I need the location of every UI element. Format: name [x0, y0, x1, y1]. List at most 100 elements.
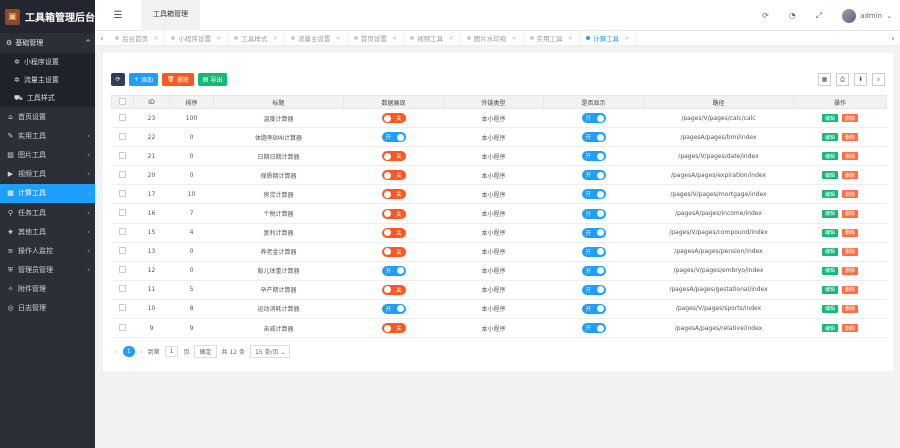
- delete-row-button[interactable]: 删除: [842, 266, 859, 275]
- show-toggle[interactable]: 开: [581, 189, 606, 200]
- delete-row-button[interactable]: 删除: [842, 190, 859, 199]
- sidebar-subitem-0[interactable]: ✲ 小程序设置: [0, 53, 95, 71]
- tab-1[interactable]: 小程序设置 ×: [165, 30, 229, 46]
- sidebar-item-9[interactable]: ✧ 附件管理: [0, 280, 95, 299]
- show-toggle[interactable]: 开: [581, 208, 606, 219]
- show-toggle[interactable]: 开: [581, 170, 606, 181]
- table-row[interactable]: 21 0 日期日期计算器 关 本小程序 开/pages/V/pages/date/inde…: [111, 146, 887, 167]
- col-sort[interactable]: 排序: [169, 95, 214, 109]
- close-icon[interactable]: ×: [511, 34, 516, 42]
- delete-row-button[interactable]: 删除: [842, 285, 859, 294]
- table-row[interactable]: 23 100 温度计算器 关 本小程序 开/pages/V/pages/calc/calc…: [111, 108, 887, 129]
- tab-scroll-left-icon[interactable]: ‹: [95, 34, 109, 43]
- row-checkbox[interactable]: [111, 223, 134, 243]
- data-toggle[interactable]: 关: [381, 151, 406, 162]
- table-row[interactable]: 11 5 孕产期计算器 关 本小程序 开/pagesA/pages/gestational…: [111, 280, 887, 300]
- row-checkbox[interactable]: [111, 165, 134, 186]
- prev-page-icon[interactable]: ‹: [115, 348, 118, 356]
- row-checkbox[interactable]: [111, 318, 134, 339]
- data-toggle[interactable]: 关: [381, 189, 406, 200]
- table-row[interactable]: 13 0 养老金计算器 关 本小程序 开/pagesA/pages/pension/ind…: [111, 242, 887, 262]
- row-checkbox[interactable]: [111, 127, 134, 148]
- row-checkbox[interactable]: [111, 242, 134, 262]
- show-toggle[interactable]: 开: [581, 151, 606, 162]
- tab-7[interactable]: 实用工具 ×: [524, 30, 581, 46]
- edit-button[interactable]: 编辑: [821, 114, 838, 123]
- tab-8[interactable]: 计算工具 ×: [580, 30, 637, 46]
- close-icon[interactable]: ×: [624, 34, 629, 42]
- col-link[interactable]: 外链类型: [443, 95, 544, 109]
- col-data[interactable]: 数据展现: [343, 95, 444, 109]
- columns-icon[interactable]: ▦: [818, 73, 831, 86]
- tab-3[interactable]: 流量主设置 ×: [285, 30, 348, 46]
- col-show[interactable]: 是否显示: [543, 95, 644, 109]
- show-toggle[interactable]: 开: [581, 303, 606, 314]
- sidebar-group-basic[interactable]: ⚙ 基础管理 ^: [0, 33, 95, 53]
- edit-button[interactable]: 编辑: [821, 209, 838, 218]
- delete-row-button[interactable]: 删除: [842, 114, 859, 123]
- export-button[interactable]: ▤ 导出: [197, 73, 228, 86]
- table-row[interactable]: 22 0 体脂率BMI计算器 开 本小程序 开/pagesA/pages/bmi/inde…: [111, 127, 887, 148]
- table-row[interactable]: 10 8 运动消耗计算器 开 本小程序 开/pages/V/pages/sports/in…: [111, 299, 887, 320]
- delete-row-button[interactable]: 删除: [842, 152, 859, 161]
- close-icon[interactable]: ×: [568, 34, 573, 42]
- delete-row-button[interactable]: 删除: [842, 324, 859, 333]
- data-toggle[interactable]: 关: [381, 208, 406, 219]
- sidebar-subitem-2[interactable]: ⛟ 工具样式: [0, 89, 95, 107]
- bell-icon[interactable]: ◔: [789, 11, 796, 20]
- edit-button[interactable]: 编辑: [821, 171, 838, 180]
- show-toggle[interactable]: 开: [581, 323, 606, 334]
- show-toggle[interactable]: 开: [581, 132, 606, 143]
- edit-button[interactable]: 编辑: [821, 228, 838, 237]
- table-row[interactable]: 20 0 保质期计算器 关 本小程序 开/pagesA/pages/expiration/…: [111, 165, 887, 186]
- data-toggle[interactable]: 开: [381, 265, 406, 276]
- refresh-button[interactable]: ⟳: [111, 73, 125, 86]
- data-toggle[interactable]: 关: [381, 113, 406, 124]
- sidebar-item-1[interactable]: ✎ 实用工具 ›: [0, 126, 95, 145]
- data-toggle[interactable]: 关: [381, 227, 406, 238]
- edit-button[interactable]: 编辑: [821, 247, 838, 256]
- edit-button[interactable]: 编辑: [821, 266, 838, 275]
- show-toggle[interactable]: 开: [581, 284, 606, 295]
- edit-button[interactable]: 编辑: [821, 190, 838, 199]
- page-input[interactable]: 1: [164, 346, 179, 357]
- delete-row-button[interactable]: 删除: [842, 304, 859, 313]
- show-toggle[interactable]: 开: [581, 227, 606, 238]
- close-icon[interactable]: ×: [216, 34, 221, 42]
- delete-row-button[interactable]: 删除: [842, 171, 859, 180]
- sidebar-item-4[interactable]: ▦ 计算工具 ›: [0, 183, 95, 203]
- data-toggle[interactable]: 开: [381, 303, 406, 314]
- tab-6[interactable]: 图片水印视 ×: [461, 30, 524, 46]
- sidebar-item-3[interactable]: ▶ 视频工具 ›: [0, 165, 95, 184]
- next-page-icon[interactable]: ›: [140, 348, 143, 356]
- select-all-checkbox[interactable]: [111, 95, 134, 109]
- row-checkbox[interactable]: [111, 299, 134, 320]
- delete-button[interactable]: 🗑 删除: [162, 73, 194, 86]
- delete-row-button[interactable]: 删除: [842, 228, 859, 237]
- show-toggle[interactable]: 开: [581, 246, 606, 257]
- row-checkbox[interactable]: [111, 184, 134, 205]
- tab-scroll-right-icon[interactable]: ›: [886, 34, 900, 43]
- data-toggle[interactable]: 开: [381, 132, 406, 143]
- search-icon[interactable]: ⌕: [872, 73, 885, 86]
- edit-button[interactable]: 编辑: [821, 304, 838, 313]
- data-toggle[interactable]: 关: [381, 170, 406, 181]
- edit-button[interactable]: 编辑: [821, 152, 838, 161]
- tab-5[interactable]: 视频工具 ×: [404, 30, 461, 46]
- close-icon[interactable]: ×: [335, 34, 340, 42]
- table-row[interactable]: 9 9 亲戚计算器关本小程序开/pagesA/pages/relative/inde…: [111, 318, 887, 339]
- user-menu[interactable]: admin ⌄: [842, 8, 892, 23]
- col-path[interactable]: 路径: [643, 95, 794, 109]
- page-current[interactable]: 1: [122, 346, 135, 357]
- menu-toggle-icon[interactable]: ☰: [95, 10, 141, 21]
- close-icon[interactable]: ×: [448, 34, 453, 42]
- fullscreen-icon[interactable]: ⤢: [816, 11, 822, 21]
- close-icon[interactable]: ×: [392, 34, 397, 42]
- sidebar-subitem-1[interactable]: ✲ 流量主设置: [0, 71, 95, 89]
- per-page-select[interactable]: 15 条/页 ⌄: [249, 345, 291, 358]
- edit-button[interactable]: 编辑: [821, 324, 838, 333]
- data-toggle[interactable]: 关: [381, 323, 406, 334]
- app-brand[interactable]: ▣ 工具箱管理后台: [0, 0, 95, 33]
- table-row[interactable]: 17 10 房贷计算器 关 本小程序 开/pages/V/pages/mortgage/i…: [111, 184, 887, 205]
- row-checkbox[interactable]: [111, 280, 134, 300]
